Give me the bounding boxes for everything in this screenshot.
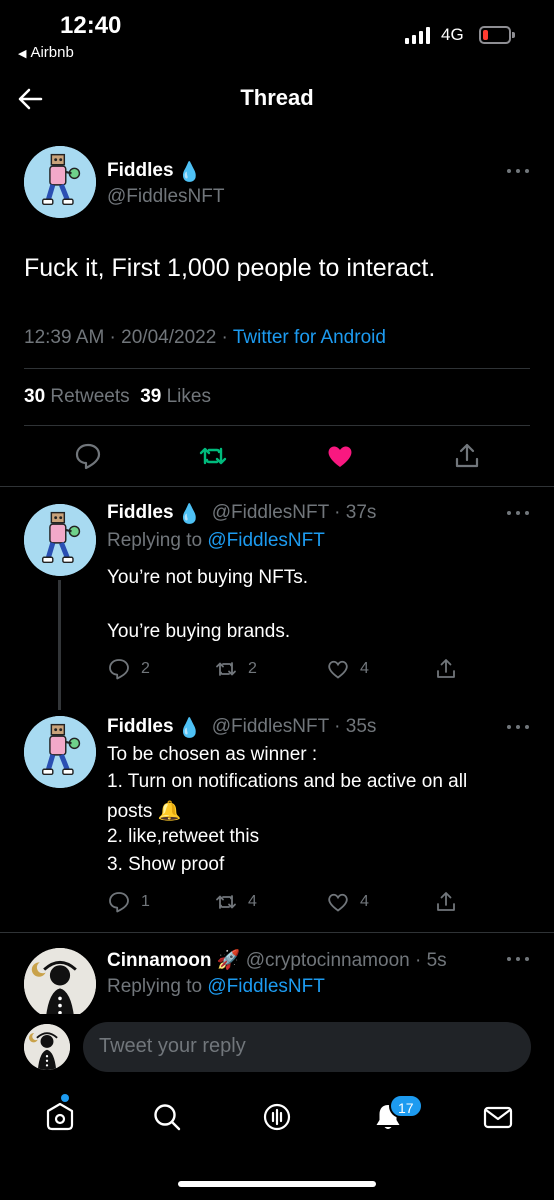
spaces-icon[interactable] xyxy=(260,1100,294,1134)
reply-text-line: To be chosen as winner : xyxy=(107,744,318,765)
more-options-icon[interactable] xyxy=(507,956,531,962)
reply-author-handle[interactable]: @FiddlesNFT xyxy=(212,502,329,523)
more-options-icon[interactable] xyxy=(507,724,531,730)
status-bar: 12:40 ◀ Airbnb 4G xyxy=(0,0,554,70)
reply-composer: Tweet your reply xyxy=(0,1014,554,1080)
verified-drop-emoji: 💧 xyxy=(177,718,202,739)
tweet-source-link[interactable]: Twitter for Android xyxy=(233,327,386,348)
reply-author-name[interactable]: Fiddles xyxy=(107,502,174,523)
rocket-emoji: 🚀 xyxy=(216,950,241,971)
replying-to: Replying to @FiddlesNFT xyxy=(107,976,325,997)
battery-icon xyxy=(479,26,515,44)
replying-to-link[interactable]: @FiddlesNFT xyxy=(207,976,324,997)
reply-text-line: You’re not buying NFTs. xyxy=(107,567,309,588)
reply-header: Cinnamoon 🚀 @cryptocinnamoon · 5s xyxy=(107,950,447,971)
likes-stat[interactable]: 39 Likes xyxy=(140,386,211,407)
retweet-icon xyxy=(216,662,236,676)
tweet-text: Fuck it, First 1,000 people to interact. xyxy=(24,254,436,282)
reply-icon xyxy=(109,659,129,680)
like-count-button[interactable]: 4 xyxy=(326,656,369,682)
like-count-button[interactable]: 4 xyxy=(326,889,369,915)
home-indicator[interactable] xyxy=(178,1181,376,1187)
retweets-stat[interactable]: 30 Retweets xyxy=(24,386,130,407)
reply-time: 35s xyxy=(345,716,377,737)
author-avatar[interactable] xyxy=(24,146,96,218)
reply-count-button[interactable]: 2 xyxy=(107,656,150,682)
tweet-reply-input[interactable]: Tweet your reply xyxy=(83,1022,531,1072)
divider xyxy=(0,486,554,487)
thread-connector-line xyxy=(58,580,61,710)
reply-text-line: 3. Show proof xyxy=(107,854,225,875)
retweet-icon[interactable] xyxy=(198,441,228,471)
divider xyxy=(24,368,530,369)
back-to-app-link[interactable]: ◀ Airbnb xyxy=(18,44,74,61)
author-name[interactable]: Fiddles 💧 xyxy=(107,160,201,184)
reply-author-handle[interactable]: @FiddlesNFT xyxy=(212,716,329,737)
share-icon xyxy=(437,892,455,911)
share-icon[interactable] xyxy=(452,441,482,471)
retweet-count-button[interactable]: 4 xyxy=(214,889,257,915)
reply-author-name[interactable]: Cinnamoon xyxy=(107,950,212,971)
divider xyxy=(24,425,530,426)
verified-drop-emoji: 💧 xyxy=(177,162,202,183)
reply-icon[interactable] xyxy=(73,441,103,471)
reply-avatar[interactable] xyxy=(24,716,96,788)
page-title: Thread xyxy=(240,85,314,110)
reply-text-line: posts 🔔 xyxy=(107,801,182,822)
retweet-icon xyxy=(216,895,236,909)
tweet-stats: 30 Retweets 39 Likes xyxy=(24,386,211,408)
notifications-badge: 17 xyxy=(389,1094,423,1118)
messages-icon[interactable] xyxy=(481,1100,515,1134)
back-triangle-icon: ◀ xyxy=(18,48,27,60)
replying-to: Replying to @FiddlesNFT xyxy=(107,530,325,551)
reply-header: Fiddles 💧 @FiddlesNFT · 37s xyxy=(107,502,377,525)
reply-text-line: 1. Turn on notifications and be active o… xyxy=(107,771,468,792)
tweet-date: 20/04/2022 xyxy=(121,327,217,348)
author-handle[interactable]: @FiddlesNFT xyxy=(107,186,224,208)
verified-drop-emoji: 💧 xyxy=(177,504,202,525)
search-icon[interactable] xyxy=(150,1100,184,1134)
like-icon[interactable] xyxy=(325,441,355,471)
reply-placeholder: Tweet your reply xyxy=(99,1035,246,1057)
tweet-time: 12:39 AM xyxy=(24,327,105,348)
retweet-count-button[interactable]: 2 xyxy=(214,656,257,682)
reply-avatar[interactable] xyxy=(24,504,96,576)
reply-author-handle[interactable]: @cryptocinnamoon xyxy=(246,950,410,971)
divider xyxy=(0,932,554,933)
cellular-signal-icon xyxy=(405,27,430,44)
more-options-icon[interactable] xyxy=(507,168,531,174)
reply-time: 5s xyxy=(426,950,447,971)
back-app-label: Airbnb xyxy=(30,44,74,61)
network-type: 4G xyxy=(441,25,464,44)
reply-avatar[interactable] xyxy=(24,948,96,1020)
heart-outline-icon xyxy=(328,893,348,912)
heart-outline-icon xyxy=(328,660,348,679)
reply-icon xyxy=(109,892,129,913)
reply-author-name[interactable]: Fiddles xyxy=(107,716,174,737)
share-button[interactable] xyxy=(434,889,458,915)
reply-text-line: You’re buying brands. xyxy=(107,621,291,642)
thread-header: Thread xyxy=(0,75,554,125)
share-icon xyxy=(437,659,455,678)
share-button[interactable] xyxy=(434,656,458,682)
reply-text-line: 2. like,retweet this xyxy=(107,826,260,847)
current-user-avatar xyxy=(24,1024,70,1070)
new-content-dot xyxy=(61,1094,69,1102)
reply-time: 37s xyxy=(345,502,377,523)
tweet-meta: 12:39 AM · 20/04/2022 · Twitter for Andr… xyxy=(24,327,386,348)
replying-to-link[interactable]: @FiddlesNFT xyxy=(207,530,324,551)
more-options-icon[interactable] xyxy=(507,510,531,516)
reply-header: Fiddles 💧 @FiddlesNFT · 35s xyxy=(107,716,377,739)
reply-count-button[interactable]: 1 xyxy=(107,889,150,915)
status-time: 12:40 xyxy=(60,12,122,39)
home-icon[interactable] xyxy=(43,1100,77,1134)
bell-emoji: 🔔 xyxy=(157,801,182,822)
